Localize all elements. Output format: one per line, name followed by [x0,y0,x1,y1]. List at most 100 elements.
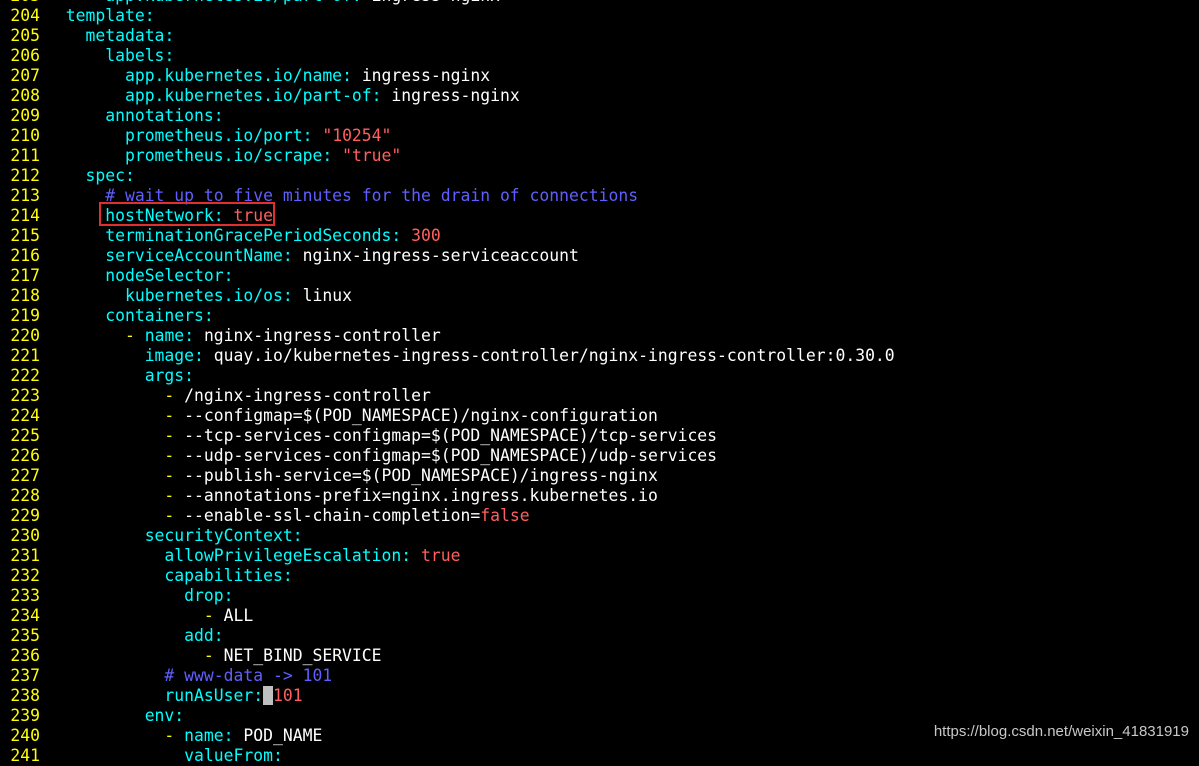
line-number: 236 [10,646,40,665]
line-number: 218 [10,286,40,305]
yaml-value: ingress-nginx [361,66,491,85]
code-line[interactable]: 212 spec: [0,166,1199,186]
yaml-colon: : [213,106,224,125]
yaml-key: prometheus.io/scrape [124,146,323,165]
line-code: annotations: [46,106,224,126]
code-line[interactable]: 238 runAsUser: 101 [0,686,1199,706]
yaml-key: allowPrivilegeEscalation [164,546,402,565]
line-number: 223 [10,386,40,405]
yaml-value: NET_BIND_SERVICE [223,646,382,665]
code-line[interactable]: 228 - --annotations-prefix=nginx.ingress… [0,486,1199,506]
code-line[interactable]: 235 add: [0,626,1199,646]
code-line[interactable]: 226 - --udp-services-configmap=$(POD_NAM… [0,446,1199,466]
yaml-value: --configmap=$(POD_NAMESPACE)/nginx-confi… [184,406,658,425]
line-number: 206 [10,46,40,65]
code-line[interactable]: 222 args: [0,366,1199,386]
yaml-value: ingress-nginx [372,0,500,5]
line-number: 230 [10,526,40,545]
yaml-value: --publish-service=$(POD_NAMESPACE)/ingre… [184,466,658,485]
code-line[interactable]: 234 - ALL [0,606,1199,626]
yaml-key: prometheus.io/port [124,126,303,145]
code-line[interactable]: 241 valueFrom: [0,746,1199,766]
yaml-colon: : [282,566,293,585]
yaml-key: labels [105,46,165,65]
yaml-colon: : [223,726,244,745]
code-editor[interactable]: 203 app.kubernetes.io/part-of: ingress-n… [0,0,1199,766]
line-number: 226 [10,446,40,465]
yaml-value: /nginx-ingress-controller [184,386,431,405]
code-line[interactable]: 217 nodeSelector: [0,266,1199,286]
code-line[interactable]: 220 - name: nginx-ingress-controller [0,326,1199,346]
line-code: - --publish-service=$(POD_NAMESPACE)/ing… [46,466,658,486]
yaml-colon: : [164,26,175,45]
line-number: 205 [10,26,40,45]
code-line[interactable]: 218 kubernetes.io/os: linux [0,286,1199,306]
line-number: 237 [10,666,40,685]
code-line[interactable]: 209 annotations: [0,106,1199,126]
line-code: - NET_BIND_SERVICE [46,646,382,666]
line-number: 209 [10,106,40,125]
line-code: valueFrom: [46,746,283,766]
yaml-key: capabilities [164,566,283,585]
code-line[interactable]: 231 allowPrivilegeEscalation: true [0,546,1199,566]
line-number: 234 [10,606,40,625]
code-line[interactable]: 208 app.kubernetes.io/part-of: ingress-n… [0,86,1199,106]
line-code: metadata: [46,26,174,46]
code-line[interactable]: 230 securityContext: [0,526,1199,546]
list-dash: - [164,446,185,465]
yaml-key: nodeSelector [105,266,224,285]
code-line[interactable]: 205 metadata: [0,26,1199,46]
code-line[interactable]: 236 - NET_BIND_SERVICE [0,646,1199,666]
yaml-key: args [144,366,185,385]
code-line[interactable]: 211 prometheus.io/scrape: "true" [0,146,1199,166]
line-code: securityContext: [46,526,303,546]
code-line[interactable]: 210 prometheus.io/port: "10254" [0,126,1199,146]
line-code: serviceAccountName: nginx-ingress-servic… [46,246,579,266]
code-line[interactable]: 227 - --publish-service=$(POD_NAMESPACE)… [0,466,1199,486]
code-line[interactable]: 223 - /nginx-ingress-controller [0,386,1199,406]
yaml-colon: : [144,6,155,25]
yaml-colon: : [223,586,234,605]
line-number: 233 [10,586,40,605]
yaml-value: "10254" [322,126,392,145]
code-line[interactable]: 215 terminationGracePeriodSeconds: 300 [0,226,1199,246]
line-code: - /nginx-ingress-controller [46,386,431,406]
yaml-value: ingress-nginx [391,86,520,105]
yaml-key: annotations [105,106,214,125]
yaml-key: name [184,726,224,745]
list-dash: - [203,646,224,665]
code-line[interactable]: 206 labels: [0,46,1199,66]
line-number: 241 [10,746,40,765]
line-code: - name: POD_NAME [46,726,322,746]
code-line[interactable]: 232 capabilities: [0,566,1199,586]
line-number: 229 [10,506,40,525]
yaml-colon: : [253,686,264,705]
yaml-value: ALL [223,606,254,625]
line-number: 213 [10,186,40,205]
code-line[interactable]: 225 - --tcp-services-configmap=$(POD_NAM… [0,426,1199,446]
code-line[interactable]: 219 containers: [0,306,1199,326]
yaml-colon: : [213,626,224,645]
code-line[interactable]: 207 app.kubernetes.io/name: ingress-ngin… [0,66,1199,86]
yaml-key: kubernetes.io/os [124,286,283,305]
line-code: drop: [46,586,234,606]
code-line[interactable]: 237 # www-data -> 101 [0,666,1199,686]
yaml-key: template [65,6,145,25]
list-dash: - [203,606,224,625]
code-line[interactable]: 204 template: [0,6,1199,26]
yaml-key: spec [85,166,125,185]
code-line[interactable]: 224 - --configmap=$(POD_NAMESPACE)/nginx… [0,406,1199,426]
line-code: # www-data -> 101 [46,666,332,686]
yaml-value: false [480,506,530,525]
code-line[interactable]: 216 serviceAccountName: nginx-ingress-se… [0,246,1199,266]
line-code: env: [46,706,184,726]
line-number: 207 [10,66,40,85]
code-line[interactable]: 229 - --enable-ssl-chain-completion=fals… [0,506,1199,526]
yaml-colon: : [184,366,195,385]
code-line[interactable]: 233 drop: [0,586,1199,606]
line-number: 222 [10,366,40,385]
code-line[interactable]: 221 image: quay.io/kubernetes-ingress-co… [0,346,1199,366]
line-code: spec: [46,166,134,186]
yaml-key: serviceAccountName [105,246,283,265]
line-code: - --udp-services-configmap=$(POD_NAMESPA… [46,446,717,466]
